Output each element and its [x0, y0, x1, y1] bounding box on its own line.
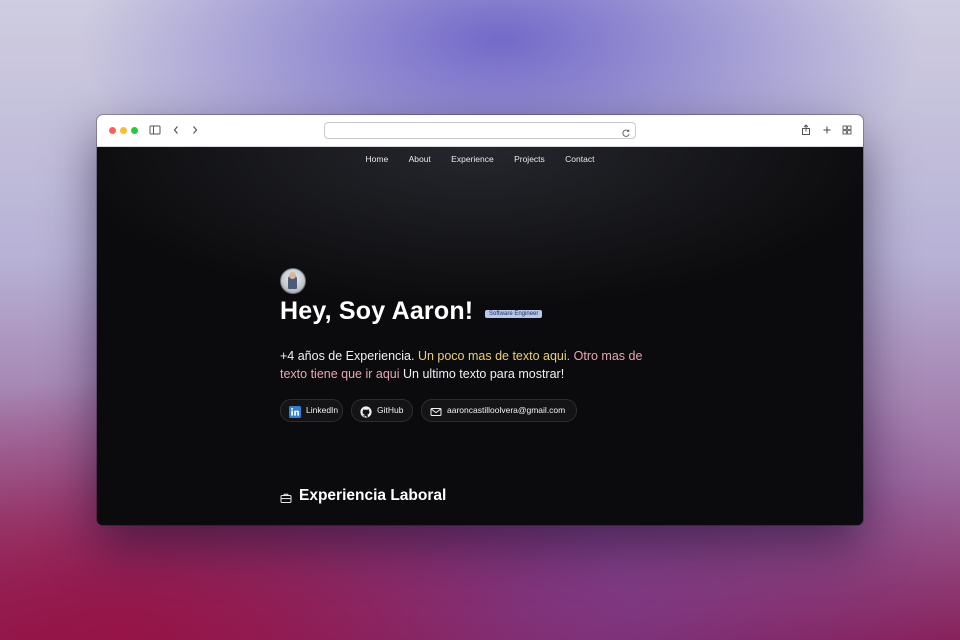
browser-window: Home About Experience Projects Contact H…	[97, 115, 863, 525]
chevron-left-icon[interactable]	[171, 123, 185, 137]
briefcase-icon	[280, 491, 292, 503]
linkedin-button[interactable]: LinkedIn	[280, 399, 343, 422]
portfolio-page: Home About Experience Projects Contact H…	[97, 147, 863, 525]
nav-projects-link[interactable]: Projects	[514, 154, 545, 164]
nav-home-link[interactable]: Home	[366, 154, 389, 164]
hero-intro: +4 años de Experiencia. Un poco mas de t…	[280, 347, 660, 383]
close-window-button[interactable]	[109, 127, 116, 134]
maximize-window-button[interactable]	[131, 127, 138, 134]
linkedin-icon	[289, 405, 301, 418]
nav-contact-link[interactable]: Contact	[565, 154, 594, 164]
avatar	[280, 268, 306, 294]
mail-icon	[430, 405, 442, 417]
plus-icon[interactable]	[821, 123, 835, 137]
role-badge: Software Engineer	[485, 310, 543, 318]
nav-about-link[interactable]: About	[409, 154, 431, 164]
github-label: GitHub	[377, 405, 404, 415]
email-label: aaroncastilloolvera@gmail.com	[447, 405, 566, 415]
minimize-window-button[interactable]	[120, 127, 127, 134]
top-nav: Home About Experience Projects Contact	[97, 154, 863, 164]
intro-text-1: +4 años de Experiencia.	[280, 349, 415, 363]
email-button[interactable]: aaroncastilloolvera@gmail.com	[421, 399, 577, 422]
github-button[interactable]: GitHub	[351, 399, 413, 422]
intro-text-2: Un poco mas de texto aqui.	[417, 349, 571, 363]
reload-icon[interactable]	[621, 125, 631, 137]
sidebar-icon[interactable]	[149, 123, 163, 137]
linkedin-label: LinkedIn	[306, 405, 339, 415]
github-icon	[360, 405, 372, 418]
chevron-right-icon[interactable]	[190, 123, 204, 137]
grid-icon[interactable]	[841, 123, 855, 137]
hero-title: Hey, Soy Aaron!	[280, 297, 474, 325]
browser-toolbar	[97, 115, 863, 147]
experience-heading: Experiencia Laboral	[299, 487, 447, 504]
share-icon[interactable]	[800, 123, 814, 137]
address-bar[interactable]	[324, 122, 636, 139]
intro-text-4: Un ultimo texto para mostrar!	[403, 367, 565, 381]
nav-experience-link[interactable]: Experience	[451, 154, 494, 164]
